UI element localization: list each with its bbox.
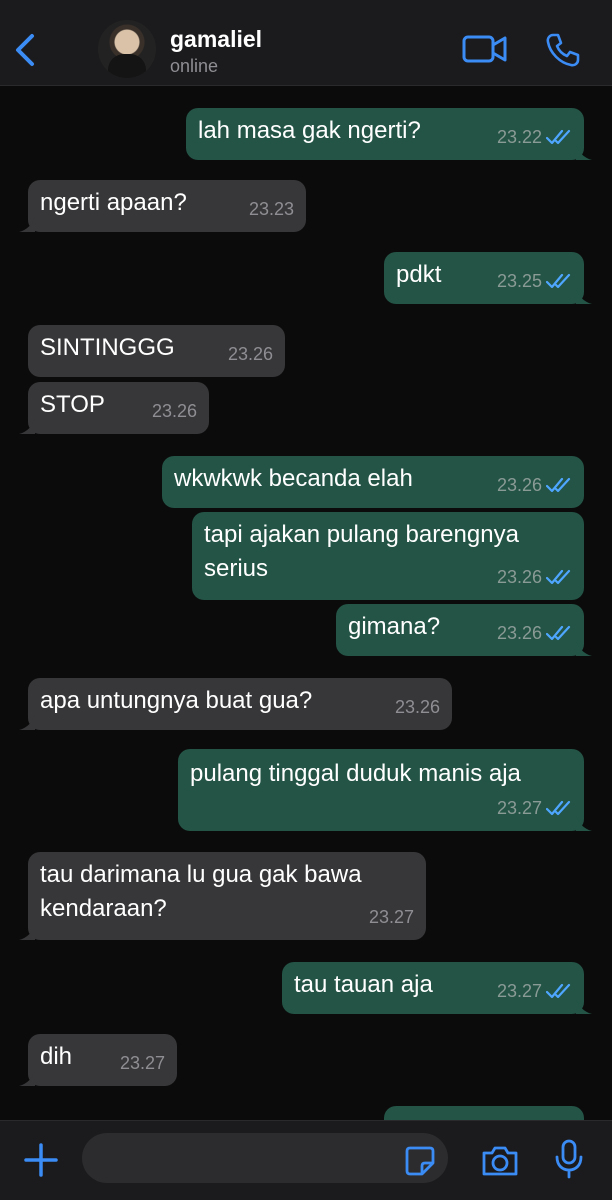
incoming-message[interactable]: dih 23.27	[19, 1034, 177, 1086]
bubble-tail	[19, 1070, 35, 1086]
bubble-tail	[576, 640, 592, 656]
outgoing-message[interactable]: tapi ajakan pulang barengnya serius 23.26	[192, 512, 584, 600]
message-time: 23.26	[151, 401, 197, 421]
message-time: 23.27	[496, 798, 542, 818]
message-meta: 23.26	[497, 560, 572, 594]
message-time: 23.26	[394, 697, 440, 717]
message-time: 23.25	[496, 271, 542, 291]
message-meta: 23.27	[497, 791, 572, 825]
read-receipt-icon	[546, 129, 571, 145]
contact-name[interactable]: gamaliel	[170, 26, 262, 53]
read-receipt-icon	[546, 273, 571, 289]
read-receipt-icon	[546, 800, 571, 816]
incoming-message[interactable]: tau darimana lu gua gak bawa kendaraan? 2…	[19, 852, 426, 940]
outgoing-message-partial[interactable]	[384, 1106, 584, 1120]
read-receipt-icon	[546, 569, 571, 585]
incoming-message[interactable]: apa untungnya buat gua? 23.26	[19, 678, 452, 730]
message-meta: 23.25	[497, 264, 572, 298]
bubble-tail	[19, 924, 35, 940]
message-time: 23.26	[496, 623, 542, 643]
message-time: 23.23	[248, 199, 294, 219]
message-input[interactable]	[82, 1133, 448, 1183]
message-time: 23.26	[496, 567, 542, 587]
outgoing-message[interactable]: tau tauan aja 23.27	[282, 962, 592, 1014]
avatar[interactable]	[98, 20, 156, 78]
camera-icon[interactable]	[480, 1143, 520, 1179]
message-text: tau darimana lu gua gak bawa kendaraan?	[40, 861, 362, 922]
message-meta: 23.27	[120, 1046, 165, 1080]
bubble-tail	[19, 714, 35, 730]
message-time: 23.22	[496, 127, 542, 147]
outgoing-message[interactable]: pulang tinggal duduk manis aja 23.27	[178, 749, 592, 831]
message-meta: 23.27	[369, 900, 414, 934]
read-receipt-icon	[546, 477, 571, 493]
input-bar	[0, 1120, 612, 1200]
outgoing-message[interactable]: gimana? 23.26	[336, 604, 592, 656]
message-meta: 23.23	[249, 192, 294, 226]
chat-header: gamaliel online	[0, 0, 612, 86]
message-list[interactable]: lah masa gak ngerti? 23.22 ngerti apaan? 23…	[0, 86, 612, 1120]
bubble-tail	[19, 418, 35, 434]
plus-icon[interactable]	[22, 1141, 60, 1179]
read-receipt-icon	[546, 983, 571, 999]
message-time: 23.26	[227, 344, 273, 364]
bubble-tail	[576, 144, 592, 160]
chevron-left-icon[interactable]	[10, 30, 40, 70]
bubble-tail	[19, 216, 35, 232]
outgoing-message[interactable]: wkwkwk becanda elah 23.26	[162, 456, 584, 508]
incoming-message[interactable]: SINTINGGG 23.26	[28, 325, 285, 377]
bubble-tail	[576, 815, 592, 831]
message-text: pulang tinggal duduk manis aja	[190, 760, 521, 787]
contact-status: online	[170, 56, 219, 76]
message-time: 23.27	[368, 907, 414, 927]
incoming-message[interactable]: STOP 23.26	[19, 382, 209, 434]
message-meta: 23.26	[395, 690, 440, 724]
phone-icon[interactable]	[544, 32, 580, 68]
incoming-message[interactable]: ngerti apaan? 23.23	[19, 180, 306, 232]
message-meta: 23.26	[497, 468, 572, 502]
outgoing-message[interactable]: pdkt 23.25	[384, 252, 592, 304]
message-meta: 23.27	[497, 974, 572, 1008]
read-receipt-icon	[546, 625, 571, 641]
message-meta: 23.26	[228, 337, 273, 371]
bubble-tail	[576, 288, 592, 304]
message-meta: 23.26	[152, 394, 197, 428]
microphone-icon[interactable]	[554, 1139, 584, 1179]
message-meta: 23.26	[497, 616, 572, 650]
message-text: apa untungnya buat gua?	[40, 687, 313, 714]
message-time: 23.27	[496, 981, 542, 1001]
outgoing-message[interactable]: lah masa gak ngerti? 23.22	[186, 108, 592, 160]
message-meta: 23.22	[497, 120, 572, 154]
message-time: 23.27	[119, 1053, 165, 1073]
video-camera-icon[interactable]	[462, 34, 508, 64]
bubble-tail	[576, 998, 592, 1014]
sticker-icon[interactable]	[404, 1145, 436, 1177]
message-time: 23.26	[496, 475, 542, 495]
